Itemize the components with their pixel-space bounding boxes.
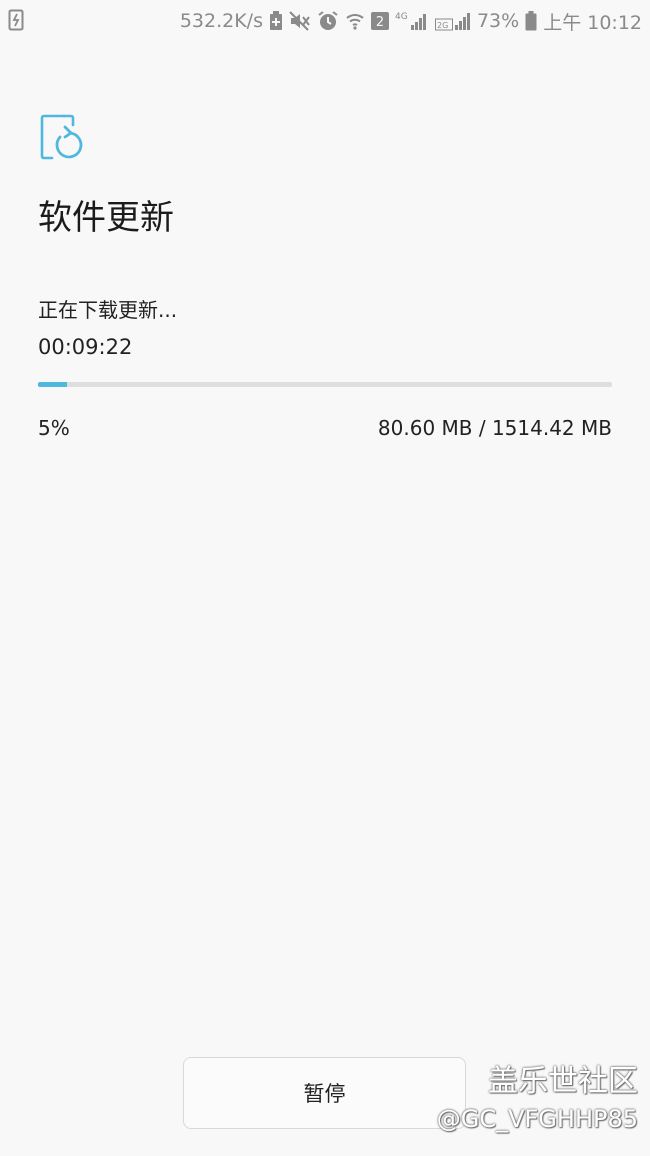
clock: 上午 10:12	[543, 11, 642, 34]
software-update-icon	[40, 113, 86, 163]
wifi-icon	[345, 11, 365, 31]
network-speed: 532.2K/s	[179, 10, 263, 32]
signal-4g-icon: 4G	[395, 10, 429, 32]
battery-icon	[525, 11, 537, 31]
watermark-site: 盖乐世社区	[488, 1064, 638, 1099]
elapsed-time: 00:09:22	[38, 335, 133, 359]
download-progress-bar	[38, 382, 612, 387]
download-size: 80.60 MB / 1514.42 MB	[377, 416, 612, 440]
watermark-user: @GC_VFGHHP85	[436, 1105, 638, 1133]
pause-button[interactable]: 暂停	[183, 1057, 466, 1129]
page-title: 软件更新	[38, 198, 174, 238]
secondary-network-label: 2G	[437, 21, 448, 30]
progress-percent: 5%	[38, 416, 70, 440]
sim-slot-number: 2	[376, 15, 384, 30]
watermark: 盖乐世社区 @GC_VFGHHP85	[437, 1062, 638, 1136]
mute-icon	[289, 11, 311, 31]
nfc-icon	[8, 9, 24, 31]
download-status-text: 正在下载更新...	[38, 298, 178, 322]
battery-percent: 73%	[476, 10, 520, 32]
status-bar: 532.2K/s 2 4G 2G 73% 上午 10:12	[0, 0, 650, 42]
sim-slot-icon: 2	[370, 11, 389, 31]
signal-2g-icon: 2G	[434, 10, 471, 32]
download-progress-fill	[38, 382, 67, 387]
battery-saver-icon	[269, 11, 283, 31]
network-type-label: 4G	[395, 12, 408, 22]
alarm-icon	[317, 10, 339, 32]
